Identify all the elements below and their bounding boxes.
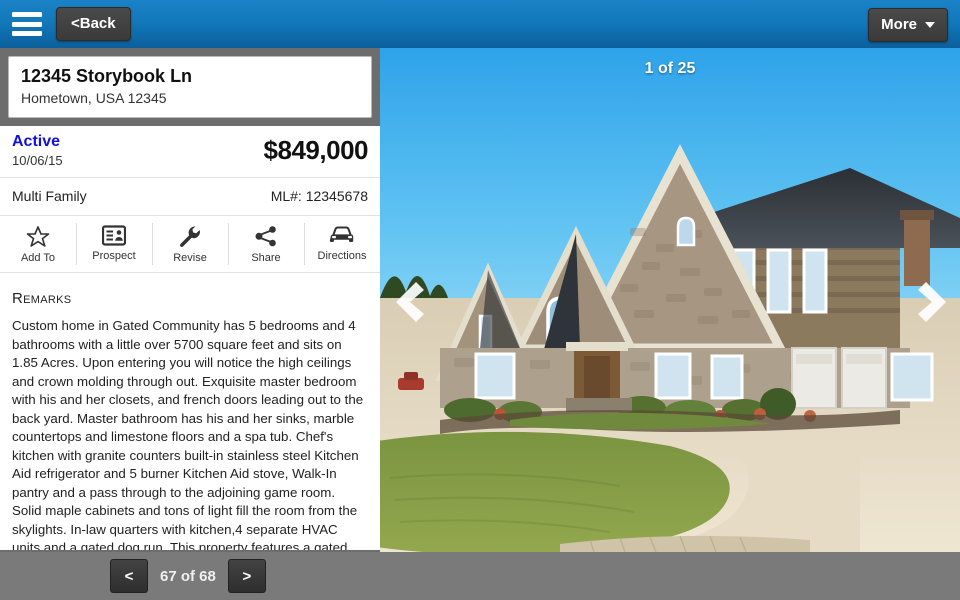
next-listing-button[interactable]: > — [227, 559, 266, 593]
pagination-position: 67 of 68 — [160, 567, 216, 585]
address-card-wrapper: 12345 Storybook Ln Hometown, USA 12345 — [0, 48, 380, 119]
share-nodes-icon — [254, 225, 278, 248]
listing-price: $849,000 — [263, 135, 369, 166]
action-revise[interactable]: Revise — [152, 216, 228, 272]
hamburger-bar — [12, 12, 42, 17]
contact-card-icon — [102, 225, 126, 246]
chevron-down-icon — [925, 21, 935, 28]
hamburger-menu-icon[interactable] — [12, 12, 42, 36]
more-button[interactable]: More — [868, 8, 948, 42]
more-button-label: More — [881, 16, 917, 33]
address-street: 12345 Storybook Ln — [21, 66, 193, 86]
property-photo-viewer[interactable]: 1 of 25 — [380, 48, 960, 552]
action-label: Revise — [173, 252, 207, 265]
action-label: Share — [251, 252, 281, 265]
photo-prev-button[interactable] — [390, 280, 424, 324]
remarks-section: Remarks Custom home in Gated Community h… — [0, 273, 380, 550]
listing-details-panel: Active 10/06/15 $849,000 Multi Family ML… — [0, 126, 380, 551]
prev-listing-button[interactable]: < — [110, 559, 148, 593]
status-price-row: Active 10/06/15 $849,000 — [0, 126, 380, 179]
address-card[interactable]: 12345 Storybook Ln Hometown, USA 12345 — [8, 56, 372, 119]
action-share[interactable]: Share — [228, 216, 304, 272]
property-type-row: Multi Family ML#: 12345678 — [0, 178, 380, 217]
status-group: Active 10/06/15 — [12, 133, 63, 168]
property-photo — [380, 48, 960, 552]
star-outline-icon — [26, 225, 50, 248]
top-app-bar: <Back More — [0, 0, 960, 48]
chevron-right-icon — [918, 280, 952, 324]
hamburger-bar — [12, 21, 42, 27]
pagination-bar: < 67 of 68 > — [0, 552, 960, 600]
remarks-heading: Remarks — [12, 283, 72, 309]
photo-next-button[interactable] — [918, 280, 952, 324]
status-date: 10/06/15 — [12, 152, 63, 168]
action-label: Prospect — [92, 250, 136, 263]
status-badge: Active — [12, 133, 61, 151]
action-directions[interactable]: Directions — [304, 216, 380, 272]
property-type: Multi Family — [12, 188, 87, 205]
action-prospect[interactable]: Prospect — [76, 216, 152, 272]
mls-number: ML#: 12345678 — [270, 188, 368, 205]
listing-detail-screen: <Back More 12345 Storybook Ln Hometown, … — [0, 0, 960, 600]
address-city-state-zip: Hometown, USA 12345 — [21, 89, 167, 106]
car-icon — [328, 225, 356, 246]
remarks-text: Custom home in Gated Community has 5 bed… — [12, 318, 364, 551]
listing-info-column: 12345 Storybook Ln Hometown, USA 12345 A… — [0, 48, 380, 552]
action-add-to[interactable]: Add To — [0, 216, 76, 272]
action-toolbar: Add To Prospect Revise Share Directions — [0, 216, 380, 274]
wrench-icon — [178, 225, 202, 248]
hamburger-bar — [12, 31, 42, 36]
action-label: Directions — [317, 250, 367, 263]
back-button[interactable]: <Back — [56, 7, 131, 41]
action-label: Add To — [20, 252, 56, 265]
chevron-left-icon — [390, 280, 424, 324]
